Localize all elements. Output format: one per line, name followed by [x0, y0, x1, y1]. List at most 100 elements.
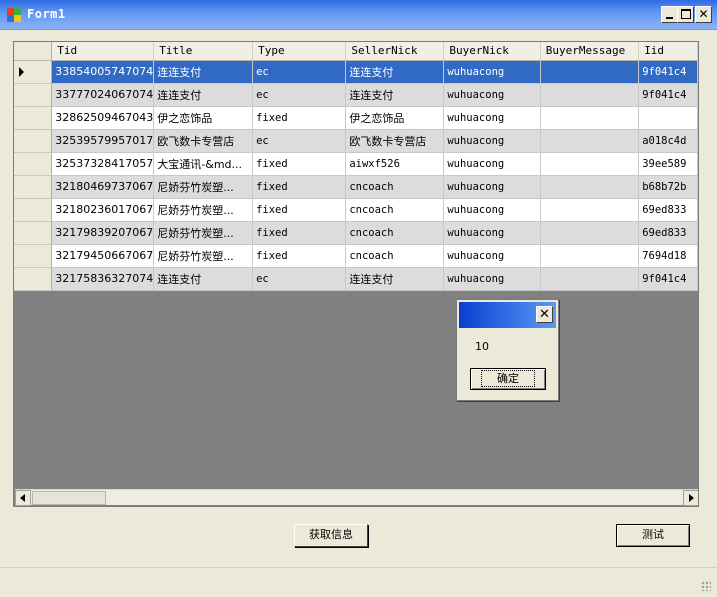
cell-sellernick[interactable]: cncoach — [345, 221, 445, 245]
table-row[interactable]: 32180469737067 尼娇芬竹炭塑... fixed cncoach wuhua… — [14, 175, 698, 199]
table-row[interactable]: 32862509467043 伊之恋饰品 fixed 伊之恋饰品 wuhuacong — [14, 106, 698, 130]
cell-sellernick[interactable]: 连连支付 — [345, 83, 445, 107]
horizontal-scrollbar[interactable] — [15, 489, 698, 506]
cell-title[interactable]: 连连支付 — [153, 83, 254, 107]
cell-iid[interactable] — [638, 106, 698, 130]
cell-buyernick[interactable]: wuhuacong — [443, 244, 541, 268]
cell-buyernick[interactable]: wuhuacong — [443, 152, 541, 176]
cell-sellernick[interactable]: 伊之恋饰品 — [345, 106, 445, 130]
column-header-buyernick[interactable]: BuyerNick — [443, 42, 541, 61]
cell-buyermessage[interactable] — [540, 175, 640, 199]
cell-tid[interactable]: 33854005747074 — [51, 60, 155, 84]
row-header[interactable] — [14, 267, 53, 291]
cell-type[interactable]: fixed — [252, 221, 347, 245]
cell-title[interactable]: 尼娇芬竹炭塑... — [153, 198, 254, 222]
resize-grip-icon[interactable] — [701, 581, 711, 591]
cell-buyernick[interactable]: wuhuacong — [443, 60, 541, 84]
cell-title[interactable]: 欧飞数卡专营店 — [153, 129, 254, 153]
cell-buyermessage[interactable] — [540, 221, 640, 245]
cell-tid[interactable]: 32179839207067 — [51, 221, 155, 245]
cell-tid[interactable]: 32175836327074 — [51, 267, 155, 291]
cell-sellernick[interactable]: 连连支付 — [345, 60, 445, 84]
cell-buyermessage[interactable] — [540, 129, 640, 153]
cell-type[interactable]: ec — [252, 267, 347, 291]
cell-type[interactable]: fixed — [252, 152, 347, 176]
cell-buyernick[interactable]: wuhuacong — [443, 267, 541, 291]
cell-iid[interactable]: 69ed833 — [638, 221, 698, 245]
table-row[interactable]: 32537328417057 大宝通讯-&md... fixed aiwxf526 wu… — [14, 152, 698, 176]
cell-type[interactable]: fixed — [252, 244, 347, 268]
table-row[interactable]: 32179450667067 尼娇芬竹炭塑... fixed cncoach wuhua… — [14, 244, 698, 268]
row-header[interactable] — [14, 129, 53, 153]
cell-iid[interactable]: 39ee589 — [638, 152, 698, 176]
cell-buyernick[interactable]: wuhuacong — [443, 198, 541, 222]
cell-type[interactable]: fixed — [252, 106, 347, 130]
column-header-buyermessage[interactable]: BuyerMessage — [540, 42, 640, 61]
column-header-sellernick[interactable]: SellerNick — [345, 42, 445, 61]
row-header[interactable] — [14, 106, 53, 130]
cell-tid[interactable]: 32537328417057 — [51, 152, 155, 176]
scroll-right-button[interactable] — [683, 490, 698, 506]
cell-iid[interactable]: 9f041c4 — [638, 60, 698, 84]
cell-type[interactable]: fixed — [252, 175, 347, 199]
cell-iid[interactable]: b68b72b — [638, 175, 698, 199]
message-box-close-button[interactable]: ✕ — [536, 306, 553, 323]
cell-sellernick[interactable]: cncoach — [345, 244, 445, 268]
cell-title[interactable]: 尼娇芬竹炭塑... — [153, 175, 254, 199]
cell-buyermessage[interactable] — [540, 106, 640, 130]
row-header[interactable] — [14, 83, 53, 107]
cell-tid[interactable]: 33777024067074 — [51, 83, 155, 107]
cell-buyermessage[interactable] — [540, 244, 640, 268]
test-button[interactable]: 测试 — [616, 524, 690, 547]
cell-type[interactable]: ec — [252, 60, 347, 84]
cell-title[interactable]: 尼娇芬竹炭塑... — [153, 221, 254, 245]
row-header[interactable] — [14, 198, 53, 222]
minimize-button[interactable] — [661, 6, 678, 23]
ok-button[interactable]: 确定 — [470, 368, 546, 390]
cell-tid[interactable]: 32180469737067 — [51, 175, 155, 199]
table-row[interactable]: 32179839207067 尼娇芬竹炭塑... fixed cncoach wuhua… — [14, 221, 698, 245]
message-box-title-bar[interactable]: ✕ — [459, 302, 556, 328]
cell-buyernick[interactable]: wuhuacong — [443, 221, 541, 245]
cell-iid[interactable]: 69ed833 — [638, 198, 698, 222]
table-row[interactable]: 32175836327074 连连支付 ec 连连支付 wuhuacong 9f041c4 — [14, 267, 698, 291]
row-header[interactable] — [14, 175, 53, 199]
cell-tid[interactable]: 32539579957017 — [51, 129, 155, 153]
row-header[interactable] — [14, 221, 53, 245]
cell-buyermessage[interactable] — [540, 267, 640, 291]
column-header-title[interactable]: Title — [153, 42, 254, 61]
cell-buyernick[interactable]: wuhuacong — [443, 83, 541, 107]
cell-buyernick[interactable]: wuhuacong — [443, 129, 541, 153]
row-header[interactable] — [14, 244, 53, 268]
table-row[interactable]: 33777024067074 连连支付 ec 连连支付 wuhuacong 9f041c4 — [14, 83, 698, 107]
title-bar[interactable]: Form1 ✕ — [0, 0, 717, 30]
cell-type[interactable]: ec — [252, 83, 347, 107]
cell-title[interactable]: 连连支付 — [153, 60, 254, 84]
get-info-button[interactable]: 获取信息 — [294, 524, 368, 547]
cell-type[interactable]: fixed — [252, 198, 347, 222]
cell-tid[interactable]: 32179450667067 — [51, 244, 155, 268]
cell-sellernick[interactable]: cncoach — [345, 175, 445, 199]
cell-buyermessage[interactable] — [540, 198, 640, 222]
cell-buyermessage[interactable] — [540, 152, 640, 176]
cell-tid[interactable]: 32862509467043 — [51, 106, 155, 130]
scroll-left-button[interactable] — [15, 490, 31, 506]
cell-title[interactable]: 大宝通讯-&md... — [153, 152, 254, 176]
cell-buyernick[interactable]: wuhuacong — [443, 106, 541, 130]
cell-buyermessage[interactable] — [540, 83, 640, 107]
cell-buyermessage[interactable] — [540, 60, 640, 84]
scroll-thumb[interactable] — [32, 491, 106, 505]
cell-iid[interactable]: 9f041c4 — [638, 267, 698, 291]
row-header[interactable] — [14, 152, 53, 176]
row-header[interactable] — [14, 60, 53, 84]
column-header-iid[interactable]: Iid — [638, 42, 698, 61]
data-grid[interactable]: Tid Title Type SellerNick BuyerNick Buye… — [13, 41, 699, 507]
cell-title[interactable]: 尼娇芬竹炭塑... — [153, 244, 254, 268]
cell-buyernick[interactable]: wuhuacong — [443, 175, 541, 199]
cell-title[interactable]: 连连支付 — [153, 267, 254, 291]
column-header-tid[interactable]: Tid — [51, 42, 155, 61]
table-row[interactable]: 32180236017067 尼娇芬竹炭塑... fixed cncoach wuhua… — [14, 198, 698, 222]
cell-iid[interactable]: 9f041c4 — [638, 83, 698, 107]
column-header-type[interactable]: Type — [252, 42, 347, 61]
cell-sellernick[interactable]: 欧飞数卡专营店 — [345, 129, 445, 153]
